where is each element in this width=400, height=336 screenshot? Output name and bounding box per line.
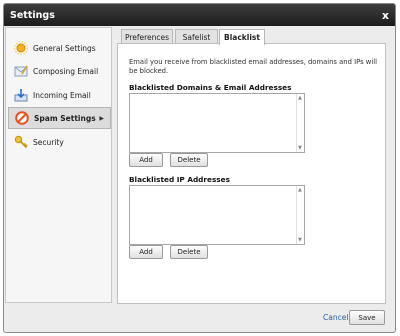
sidebar-item-label: Composing Email bbox=[33, 66, 99, 76]
cancel-link[interactable]: Cancel bbox=[323, 313, 348, 322]
domains-scrollbar[interactable]: ▲ ▼ bbox=[296, 94, 304, 152]
ip-section-title: Blacklisted IP Addresses bbox=[129, 175, 230, 184]
scroll-up-icon[interactable]: ▲ bbox=[298, 187, 302, 193]
save-button[interactable]: Save bbox=[349, 310, 385, 325]
blacklist-description: Email you receive from blacklisted email… bbox=[129, 58, 377, 75]
blacklisted-domains-list[interactable]: ▲ ▼ bbox=[129, 93, 305, 153]
sidebar-item-label: Incoming Email bbox=[33, 90, 91, 100]
sidebar-item-security[interactable]: Security bbox=[8, 131, 111, 153]
no-entry-icon bbox=[15, 111, 29, 125]
close-icon[interactable]: x bbox=[382, 9, 389, 22]
scroll-down-icon[interactable]: ▼ bbox=[298, 145, 302, 151]
sidebar-item-label: Security bbox=[33, 137, 64, 147]
sun-icon bbox=[14, 41, 28, 55]
sidebar-item-composing-email[interactable]: Composing Email bbox=[8, 60, 111, 82]
sidebar-item-incoming-email[interactable]: Incoming Email bbox=[8, 84, 111, 106]
sidebar-item-general-settings[interactable]: General Settings bbox=[8, 37, 111, 59]
settings-sidebar: General Settings Composing Email Incomin… bbox=[5, 27, 112, 303]
ip-scrollbar[interactable]: ▲ ▼ bbox=[296, 186, 304, 244]
scroll-up-icon[interactable]: ▲ bbox=[298, 95, 302, 101]
domains-section-title: Blacklisted Domains & Email Addresses bbox=[129, 83, 292, 92]
compose-icon bbox=[14, 64, 28, 78]
dialog-title: Settings bbox=[10, 9, 55, 21]
title-bar: Settings x bbox=[4, 4, 395, 26]
add-ip-button[interactable]: Add bbox=[129, 245, 163, 259]
tab-safelist[interactable]: Safelist bbox=[175, 29, 218, 44]
sidebar-item-label: Spam Settings bbox=[34, 113, 96, 123]
sidebar-item-label: General Settings bbox=[33, 43, 96, 53]
tab-preferences[interactable]: Preferences bbox=[121, 29, 173, 44]
delete-domain-button[interactable]: Delete bbox=[170, 153, 208, 167]
inbox-download-icon bbox=[14, 88, 28, 102]
add-domain-button[interactable]: Add bbox=[129, 153, 163, 167]
key-icon bbox=[14, 135, 28, 149]
tab-blacklist[interactable]: Blacklist bbox=[219, 29, 265, 45]
chevron-right-icon: ▶ bbox=[99, 114, 104, 122]
blacklisted-ip-list[interactable]: ▲ ▼ bbox=[129, 185, 305, 245]
scroll-down-icon[interactable]: ▼ bbox=[298, 237, 302, 243]
sidebar-item-spam-settings[interactable]: Spam Settings ▶ bbox=[8, 107, 111, 129]
delete-ip-button[interactable]: Delete bbox=[170, 245, 208, 259]
